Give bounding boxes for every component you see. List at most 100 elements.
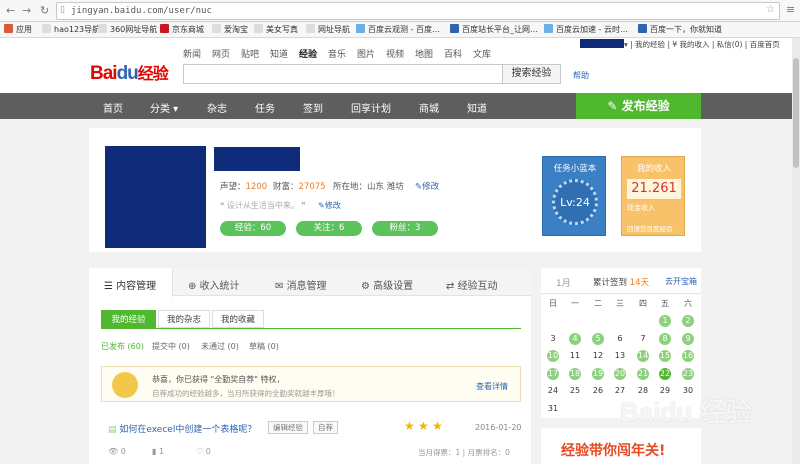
calendar-day[interactable]: 20	[614, 367, 626, 380]
calendar-day[interactable]: 24	[547, 385, 559, 397]
calendar-day[interactable]: 12	[592, 350, 604, 362]
nav-tasks[interactable]: 任务	[255, 100, 275, 115]
topnav-wenku[interactable]: 文库	[473, 47, 491, 60]
topnav-web[interactable]: 网页	[212, 47, 230, 60]
baidu-jingyan-logo[interactable]: Baidu经验	[90, 60, 169, 85]
tab-income[interactable]: ⊕ 收入统计	[188, 277, 240, 292]
calendar-day[interactable]: 23	[682, 367, 694, 380]
topnav-tieba[interactable]: 贴吧	[241, 47, 259, 60]
calendar-day[interactable]: 9	[682, 332, 694, 345]
reputation: 声望：1200	[220, 182, 268, 192]
filter-draft[interactable]: 草稿 (0)	[249, 341, 279, 352]
bookmark-nav[interactable]: 网址导航	[306, 24, 350, 35]
bookmark-zhanzhang[interactable]: 百度站长平台_让网…	[450, 24, 538, 35]
edit-exp-tag[interactable]: 编辑经验	[268, 421, 308, 434]
topnav-baike[interactable]: 百科	[444, 47, 462, 60]
url-box[interactable]: ▯ jingyan.baidu.com/user/nuc ☆	[56, 2, 780, 20]
calendar-day[interactable]: 31	[547, 403, 559, 415]
calendar-day[interactable]: 18	[569, 367, 581, 380]
tab-interaction[interactable]: ⇄ 经验互动	[446, 277, 498, 292]
income-value: 21.261	[627, 179, 681, 199]
topnav-jingyan[interactable]: 经验	[299, 47, 317, 60]
nav-mall[interactable]: 商城	[419, 100, 439, 115]
calendar-day[interactable]: 8	[659, 332, 671, 345]
income-card[interactable]: 我的收入 21.261 现金收入 回馈您百度经验	[621, 156, 685, 236]
topnav-news[interactable]: 新闻	[183, 47, 201, 60]
tab-messages[interactable]: ✉ 消息管理	[275, 277, 327, 292]
notice-detail-link[interactable]: 查看详情	[476, 381, 508, 392]
scrollbar[interactable]	[792, 38, 800, 464]
reload-icon[interactable]: ↻	[40, 4, 49, 17]
edit-motto-link[interactable]: ✎修改	[318, 200, 341, 211]
subtab-my-favorites[interactable]: 我的收藏	[212, 310, 264, 328]
calendar-day[interactable]: 16	[682, 350, 694, 362]
username-redacted[interactable]	[580, 39, 624, 48]
subtab-my-exp[interactable]: 我的经验	[101, 310, 156, 328]
nav-signin[interactable]: 签到	[303, 100, 323, 115]
calendar-day[interactable]: 17	[547, 367, 559, 380]
filter-submitting[interactable]: 提交中 (0)	[152, 341, 190, 352]
tab-content[interactable]: ☰ 内容管理	[104, 277, 156, 292]
calendar-day[interactable]: 13	[614, 350, 626, 362]
calendar-day[interactable]: 19	[592, 367, 604, 380]
nav-category[interactable]: 分类 ▾	[150, 100, 178, 115]
filter-published[interactable]: 已发布 (60)	[101, 341, 144, 352]
search-input[interactable]	[183, 64, 503, 84]
bookmark-apps[interactable]: 应用	[4, 24, 32, 35]
edit-location-link[interactable]: ✎修改	[415, 180, 439, 192]
topnav-image[interactable]: 图片	[357, 47, 375, 60]
nav-zhidao[interactable]: 知道	[467, 100, 487, 115]
calendar-day[interactable]: 14	[637, 350, 649, 362]
promo-banner[interactable]: 经验带你闯年关!	[541, 428, 701, 464]
back-icon[interactable]: ←	[6, 4, 15, 17]
calendar-day[interactable]: 7	[637, 333, 649, 345]
calendar-day[interactable]: 5	[592, 332, 604, 345]
calendar-day[interactable]: 4	[569, 332, 581, 345]
fans-pill[interactable]: 粉丝：3	[372, 221, 438, 236]
calendar-day[interactable]: 15	[659, 350, 671, 362]
tab-settings[interactable]: ⚙ 高级设置	[361, 277, 413, 292]
calendar-day[interactable]: 6	[614, 333, 626, 345]
follow-pill[interactable]: 关注：6	[296, 221, 362, 236]
bookmark-bce[interactable]: 百度云观测 - 百度…	[356, 24, 440, 35]
bookmark-hao123[interactable]: hao123导航	[42, 24, 100, 35]
topnav-music[interactable]: 音乐	[328, 47, 346, 60]
exp-item-title[interactable]: ▤ 如何在execel中创建一个表格呢？	[108, 422, 256, 435]
bookmark-yunjiasu[interactable]: 百度云加速 - 云时…	[544, 24, 628, 35]
bookmark-taobao[interactable]: 爱淘宝	[212, 24, 248, 35]
calendar-day[interactable]: 1	[659, 315, 671, 327]
avatar[interactable]	[105, 146, 206, 248]
self-recommend-tag[interactable]: 自荐	[313, 421, 338, 434]
exp-pill[interactable]: 经验：60	[220, 221, 286, 236]
bookmark-360[interactable]: 360网址导航	[98, 24, 157, 35]
filter-rejected[interactable]: 未通过 (0)	[201, 341, 239, 352]
topnav-zhidao[interactable]: 知道	[270, 47, 288, 60]
forward-icon[interactable]: →	[22, 4, 31, 17]
calendar-day[interactable]: 26	[592, 385, 604, 397]
calendar-day[interactable]: 21	[637, 367, 649, 380]
open-chest-link[interactable]: 去开宝箱	[665, 276, 697, 287]
bookmark-jd[interactable]: 京东商城	[160, 24, 204, 35]
bookmark-photos[interactable]: 美女写真	[254, 24, 298, 35]
topnav-video[interactable]: 视频	[386, 47, 404, 60]
nav-share-plan[interactable]: 回享计划	[351, 100, 391, 115]
star-icon[interactable]: ☆	[766, 4, 775, 15]
topnav-map[interactable]: 地图	[415, 47, 433, 60]
help-link[interactable]: 帮助	[573, 70, 589, 81]
calendar-day[interactable]: 10	[547, 350, 559, 362]
bookmark-baidu[interactable]: 百度一下，你就知道	[638, 24, 722, 35]
calendar-day[interactable]: 25	[569, 385, 581, 397]
subtab-my-magazine[interactable]: 我的杂志	[158, 310, 210, 328]
search-button[interactable]: 搜索经验	[503, 64, 561, 84]
menu-icon[interactable]: ≡	[786, 3, 795, 16]
calendar-day[interactable]: 22	[659, 367, 671, 380]
nav-home[interactable]: 首页	[103, 100, 123, 115]
calendar-day[interactable]: 11	[569, 350, 581, 362]
calendar-day[interactable]: 3	[547, 333, 559, 345]
publish-button[interactable]: ✎ 发布经验	[576, 93, 701, 119]
calendar-day[interactable]: 2	[682, 315, 694, 327]
scrollbar-thumb[interactable]	[793, 58, 799, 168]
user-bar[interactable]: ▾ | 我的经验 | ¥ 我的收入 | 私信(0) | 百度首页	[624, 39, 780, 50]
task-card[interactable]: 任务小蓝本 Lv:24	[542, 156, 606, 236]
nav-magazine[interactable]: 杂志	[207, 100, 227, 115]
